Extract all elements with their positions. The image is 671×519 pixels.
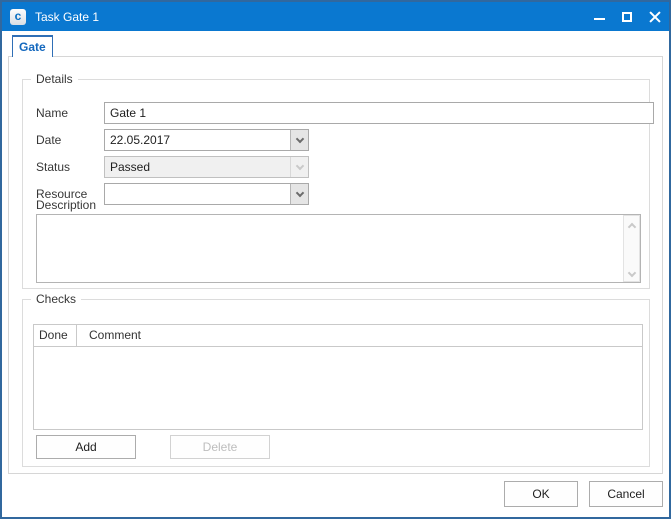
maximize-button[interactable] [613, 2, 641, 31]
checks-group-caption: Checks [31, 292, 81, 306]
window-title: Task Gate 1 [35, 10, 99, 24]
date-dropdown-button[interactable] [290, 130, 308, 150]
description-scrollbar[interactable] [623, 215, 640, 282]
tab-gate[interactable]: Gate [12, 35, 53, 57]
date-combobox[interactable]: 22.05.2017 [104, 129, 309, 151]
chevron-down-icon [295, 134, 303, 142]
app-icon: c [10, 9, 26, 25]
name-input[interactable] [104, 102, 654, 124]
titlebar: c Task Gate 1 [2, 2, 669, 31]
details-group: Details Name Date 22.05.2017 [22, 79, 650, 289]
status-label: Status [36, 156, 91, 178]
status-dropdown-button [290, 157, 308, 177]
resource-dropdown-button[interactable] [290, 184, 308, 204]
maximize-icon [622, 12, 632, 22]
name-row: Name [36, 102, 91, 124]
checks-group: Checks Done Comment Add Delete [22, 299, 650, 467]
status-value: Passed [105, 157, 308, 177]
resource-combobox[interactable] [104, 183, 309, 205]
column-header-done[interactable]: Done [34, 325, 77, 346]
date-label: Date [36, 129, 91, 151]
description-textarea[interactable] [36, 214, 641, 283]
tab-page-panel: Details Name Date 22.05.2017 [8, 56, 663, 474]
close-icon [649, 11, 661, 23]
checks-table[interactable]: Done Comment [33, 324, 643, 430]
chevron-down-icon [295, 161, 303, 169]
status-combobox: Passed [104, 156, 309, 178]
date-value: 22.05.2017 [105, 130, 308, 150]
checks-table-body[interactable] [34, 347, 642, 430]
window-controls [585, 2, 669, 31]
add-button[interactable]: Add [36, 435, 136, 459]
description-field-wrap [36, 214, 641, 283]
name-label: Name [36, 102, 91, 124]
column-header-comment[interactable]: Comment [77, 325, 642, 346]
chevron-up-icon [627, 223, 635, 231]
date-row: Date 22.05.2017 [36, 129, 91, 151]
minimize-icon [594, 18, 605, 20]
tab-strip: Gate [2, 31, 669, 56]
task-gate-dialog: c Task Gate 1 Gate Details Name [0, 0, 671, 519]
delete-button: Delete [170, 435, 270, 459]
minimize-button[interactable] [585, 2, 613, 31]
details-group-caption: Details [31, 72, 78, 86]
chevron-down-icon [295, 188, 303, 196]
chevron-down-icon [627, 269, 635, 277]
footer: OK Cancel [2, 474, 669, 507]
close-button[interactable] [641, 2, 669, 31]
description-label: Description [36, 198, 96, 212]
status-row: Status Passed [36, 156, 91, 178]
cancel-button[interactable]: Cancel [589, 481, 663, 507]
ok-button[interactable]: OK [504, 481, 578, 507]
checks-table-header: Done Comment [34, 325, 642, 347]
